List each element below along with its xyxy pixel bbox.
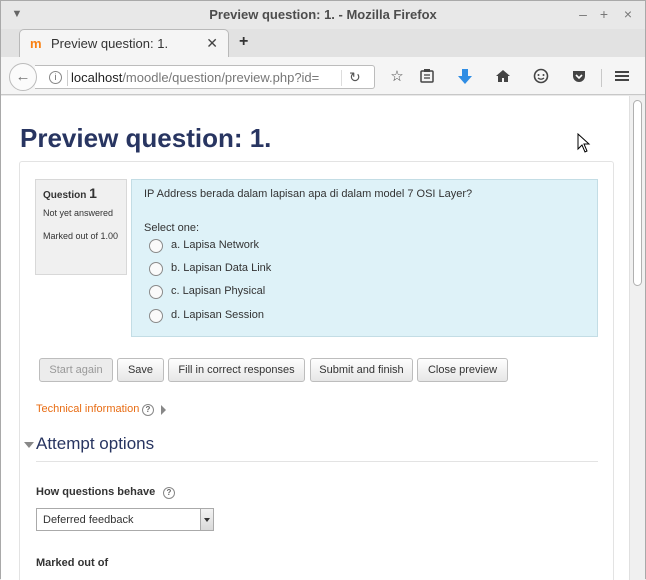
question-info-panel: Question 1 Not yet answered Marked out o…	[35, 179, 127, 275]
url-separator	[67, 70, 68, 86]
radio-button[interactable]	[149, 239, 163, 253]
radio-button[interactable]	[149, 262, 163, 276]
back-button[interactable]: ←	[9, 63, 37, 91]
marked-out-of-label: Marked out of	[36, 557, 109, 569]
question-number-value: 1	[89, 185, 97, 201]
page-viewport: Preview question: 1. Question 1 Not yet …	[1, 96, 629, 580]
option-label[interactable]: a. Lapisa Network	[171, 239, 259, 251]
navigation-bar: i localhost/moodle/question/preview.php?…	[1, 57, 645, 95]
question-number: Question 1	[43, 185, 97, 201]
reading-list-icon[interactable]	[418, 68, 436, 86]
new-tab-button[interactable]: +	[239, 33, 255, 51]
option-label[interactable]: c. Lapisan Physical	[171, 285, 265, 297]
maximize-button[interactable]: +	[596, 5, 612, 23]
technical-information-link[interactable]: Technical information	[36, 403, 139, 415]
answer-prompt: Select one:	[144, 222, 200, 234]
url-host: localhost	[71, 70, 123, 85]
tab-strip: m Preview question: 1. ✕ +	[1, 29, 645, 57]
help-icon[interactable]: ?	[142, 404, 154, 416]
title-bar: ▼ Preview question: 1. - Mozilla Firefox…	[1, 1, 645, 29]
home-icon[interactable]	[494, 68, 512, 86]
close-tab-icon[interactable]: ✕	[206, 35, 218, 52]
toolbar-separator	[601, 69, 602, 87]
submit-and-finish-button[interactable]: Submit and finish	[310, 358, 413, 382]
radio-button[interactable]	[149, 309, 163, 323]
option-label[interactable]: d. Lapisan Session	[171, 309, 264, 321]
attempt-options-heading[interactable]: Attempt options	[36, 434, 154, 454]
behaviour-label: How questions behave	[36, 486, 156, 498]
fill-correct-responses-button[interactable]: Fill in correct responses	[168, 358, 305, 382]
url-bar[interactable]: i localhost/moodle/question/preview.php?…	[35, 65, 375, 89]
moodle-icon: m	[30, 36, 42, 51]
help-icon[interactable]: ?	[163, 487, 175, 499]
expand-arrow-icon[interactable]	[161, 405, 166, 415]
start-again-button[interactable]: Start again	[39, 358, 113, 382]
vertical-scrollbar[interactable]	[629, 96, 645, 580]
close-window-button[interactable]: ×	[620, 5, 636, 23]
reload-icon[interactable]: ↻	[349, 69, 361, 86]
scrollbar-thumb[interactable]	[633, 100, 642, 286]
tab-preview-question[interactable]: m Preview question: 1. ✕	[19, 29, 229, 57]
question-state: Not yet answered	[43, 208, 114, 218]
save-button[interactable]: Save	[117, 358, 164, 382]
tab-title: Preview question: 1.	[51, 36, 169, 51]
url-text[interactable]: localhost/moodle/question/preview.php?id…	[71, 70, 319, 85]
pocket-icon[interactable]	[570, 68, 588, 86]
url-path: /moodle/question/preview.php?id=1	[122, 70, 319, 85]
chevron-down-icon[interactable]	[200, 509, 213, 530]
behaviour-select[interactable]: Deferred feedback	[36, 508, 214, 531]
info-icon[interactable]: i	[49, 71, 62, 84]
section-divider	[36, 461, 598, 462]
radio-button[interactable]	[149, 285, 163, 299]
close-preview-button[interactable]: Close preview	[417, 358, 508, 382]
collapse-arrow-icon[interactable]	[24, 442, 34, 448]
browser-window: ▼ Preview question: 1. - Mozilla Firefox…	[0, 0, 646, 580]
question-content: IP Address berada dalam lapisan apa di d…	[131, 179, 598, 337]
question-label: Question	[43, 190, 87, 201]
question-grade: Marked out of 1.00	[43, 231, 119, 241]
option-label[interactable]: b. Lapisan Data Link	[171, 262, 271, 274]
page-title: Preview question: 1.	[20, 123, 272, 153]
menu-icon[interactable]	[613, 68, 631, 86]
question-text: IP Address berada dalam lapisan apa di d…	[144, 188, 473, 200]
bookmark-star-icon[interactable]: ☆	[388, 68, 406, 86]
mouse-cursor-icon	[577, 133, 591, 153]
url-separator-2	[341, 70, 342, 86]
behaviour-select-value: Deferred feedback	[43, 514, 134, 526]
chat-icon[interactable]	[532, 68, 550, 86]
downloads-icon[interactable]	[456, 68, 474, 86]
minimize-button[interactable]: –	[575, 5, 591, 23]
window-title: Preview question: 1. - Mozilla Firefox	[209, 7, 437, 22]
